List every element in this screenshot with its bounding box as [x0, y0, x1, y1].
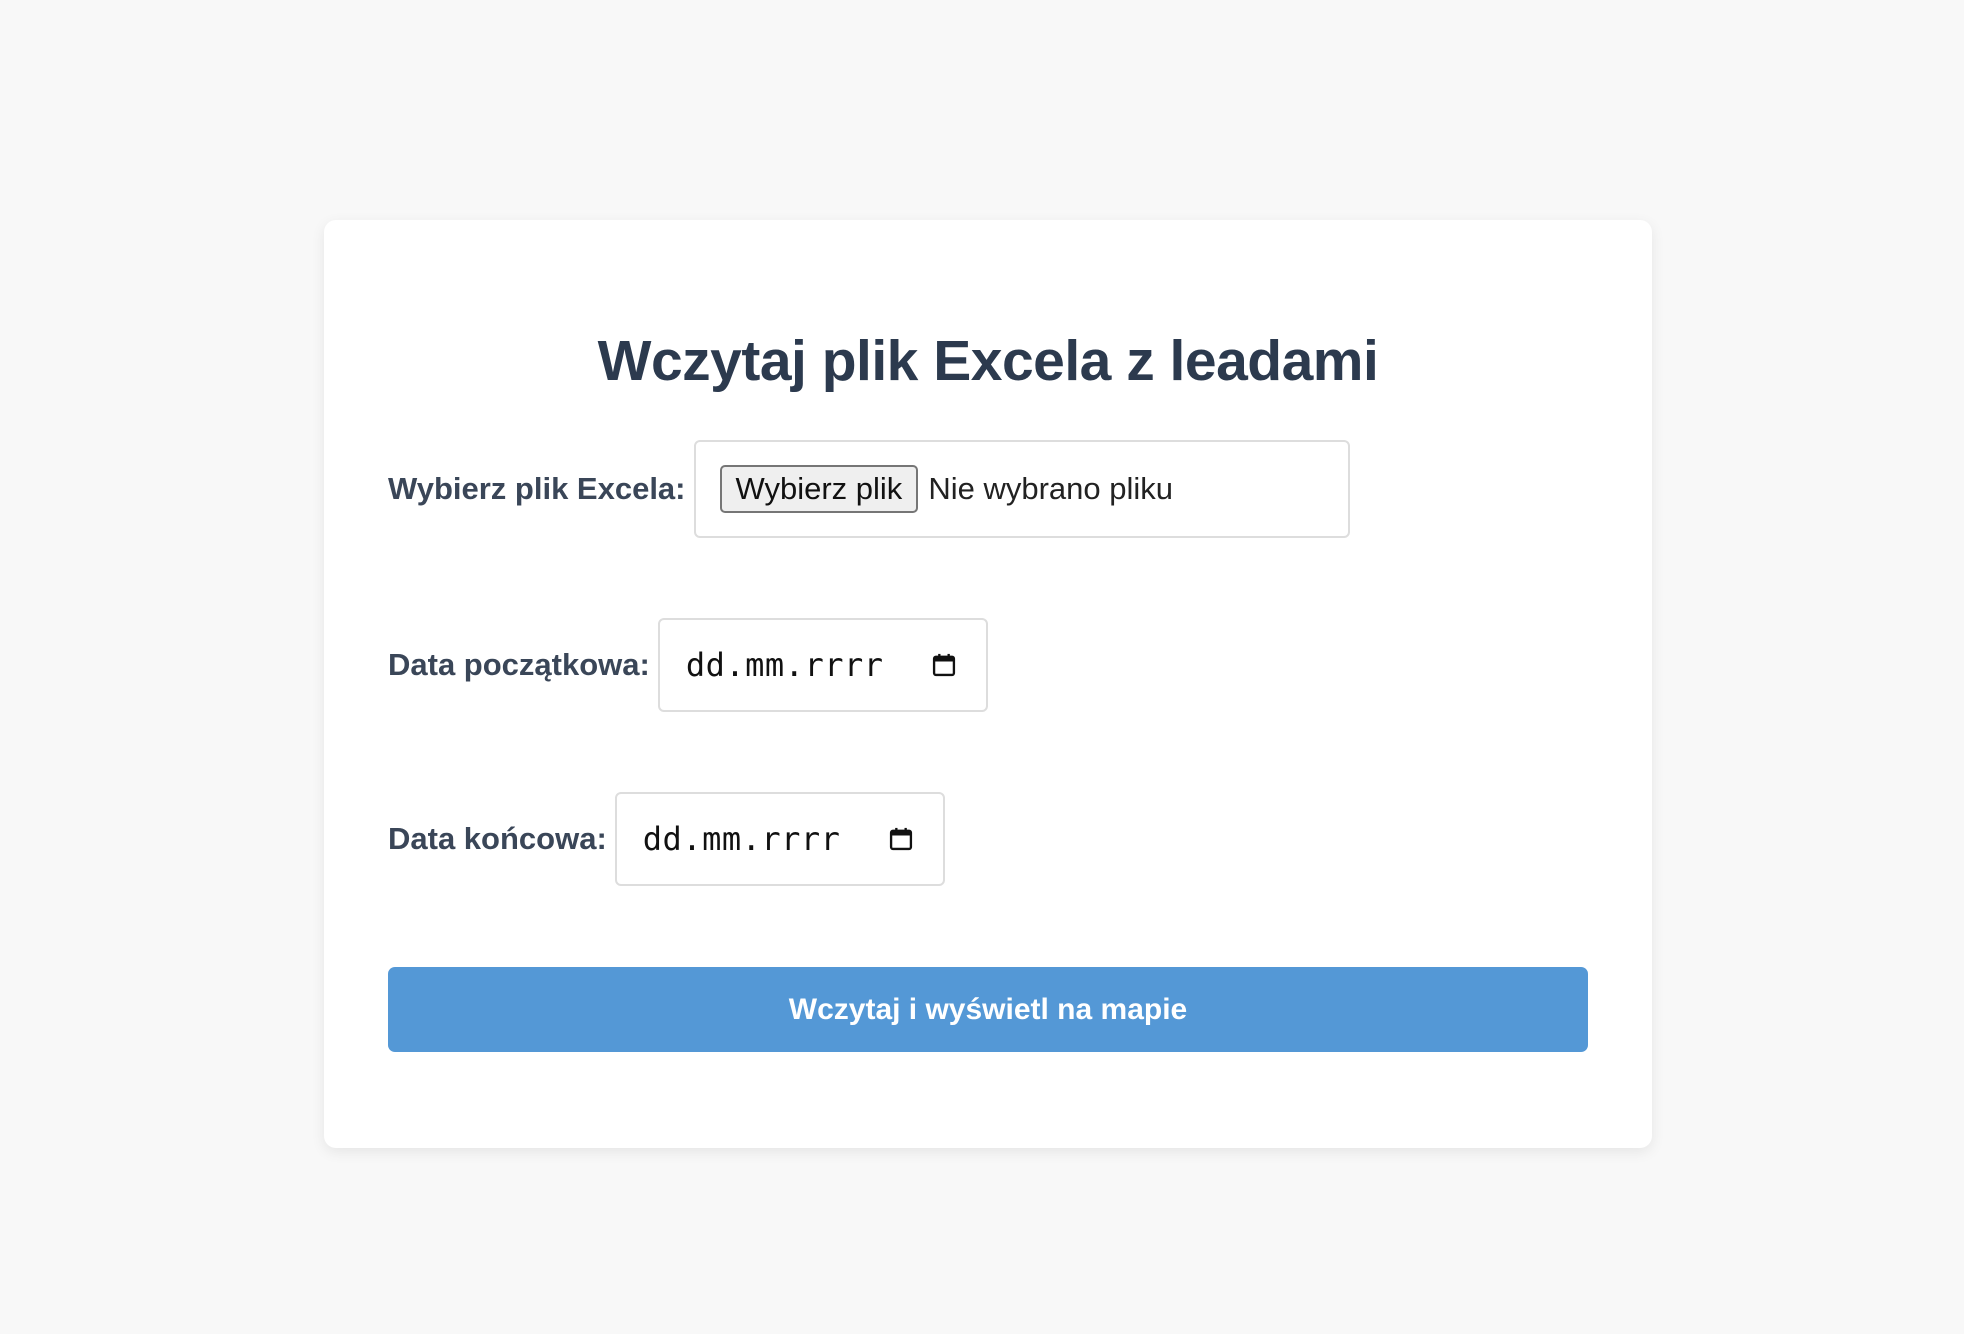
start-date-label: Data początkowa: — [388, 647, 650, 682]
end-date-placeholder: dd.mm.rrrr — [642, 820, 841, 858]
file-row: Wybierz plik Excela: Wybierz plik Nie wy… — [388, 438, 1350, 540]
start-date-input[interactable]: dd.mm.rrrr — [657, 618, 988, 712]
calendar-icon[interactable] — [930, 651, 958, 679]
end-date-row: Data końcowa: dd.mm.rrrr — [388, 792, 945, 886]
page-title: Wczytaj plik Excela z leadami — [597, 329, 1379, 393]
load-and-show-on-map-button[interactable]: Wczytaj i wyświetl na mapie — [388, 967, 1588, 1052]
end-date-input[interactable]: dd.mm.rrrr — [614, 792, 945, 886]
start-date-row: Data początkowa: dd.mm.rrrr — [388, 618, 988, 712]
calendar-icon[interactable] — [887, 825, 915, 853]
start-date-placeholder: dd.mm.rrrr — [685, 646, 884, 684]
upload-card: Wczytaj plik Excela z leadami Wybierz pl… — [324, 220, 1652, 1148]
choose-file-button[interactable]: Wybierz plik — [719, 465, 919, 513]
file-label: Wybierz plik Excela: — [388, 471, 686, 506]
file-input[interactable]: Wybierz plik Nie wybrano pliku — [693, 440, 1350, 538]
end-date-label: Data końcowa: — [388, 821, 607, 856]
file-status-text: Nie wybrano pliku — [928, 471, 1173, 506]
